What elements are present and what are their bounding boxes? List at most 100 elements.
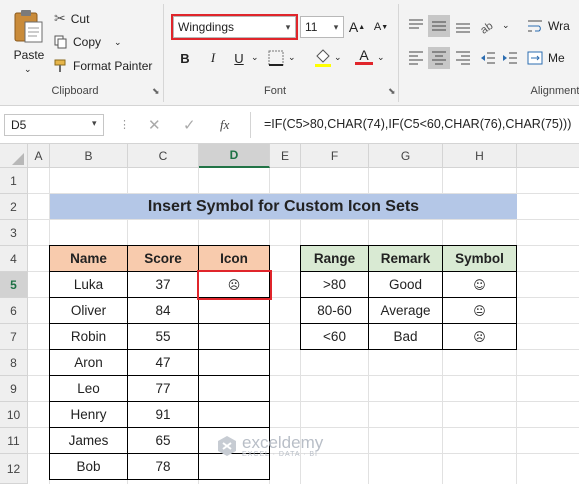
decrease-font-icon: A [373, 21, 382, 33]
align-center-button[interactable] [428, 47, 450, 69]
align-right-button[interactable] [454, 49, 472, 70]
table-row-score[interactable]: 78 [128, 454, 199, 480]
row-header-8[interactable]: 8 [0, 350, 28, 376]
table-row-name[interactable]: Henry [50, 402, 128, 428]
column-header-c[interactable]: C [128, 144, 199, 168]
table-row-icon[interactable] [199, 350, 270, 376]
cancel-icon[interactable]: ✕ [148, 116, 161, 134]
row-header-6[interactable]: 6 [0, 298, 28, 324]
chevron-down-icon[interactable]: ⌄ [377, 52, 385, 63]
chevron-down-icon[interactable]: ▾ [92, 118, 97, 129]
table-row-name[interactable]: Aron [50, 350, 128, 376]
font-color-button[interactable]: A [355, 47, 373, 65]
row-header-4[interactable]: 4 [0, 246, 28, 272]
table-row-name[interactable]: Luka [50, 272, 128, 298]
dialog-launcher-icon[interactable]: ⬊ [152, 86, 160, 97]
formula-input[interactable]: =IF(C5>80,CHAR(74),IF(C5<60,CHAR(76),CHA… [258, 114, 578, 136]
chevron-down-icon: ⌄ [114, 36, 122, 47]
chevron-down-icon: ⌄ [24, 64, 32, 74]
symbol-row-symbol[interactable]: 😐 [443, 298, 517, 324]
align-left-button[interactable] [407, 49, 425, 70]
increase-font-button[interactable]: A ▲ [347, 17, 367, 37]
increase-indent-button[interactable] [501, 49, 519, 70]
row-header-3[interactable]: 3 [0, 220, 28, 246]
table-row-name[interactable]: Robin [50, 324, 128, 350]
italic-button[interactable]: I [203, 48, 223, 68]
dialog-launcher-icon[interactable]: ⬊ [388, 86, 396, 97]
column-header-h[interactable]: H [443, 144, 517, 168]
bold-button[interactable]: B [175, 48, 195, 68]
copy-button[interactable]: Copy ⌄ [54, 35, 122, 49]
row-header-7[interactable]: 7 [0, 324, 28, 350]
symbol-row-remark[interactable]: Good [369, 272, 443, 298]
table-row-score[interactable]: 84 [128, 298, 199, 324]
table-row-name[interactable]: Oliver [50, 298, 128, 324]
header-icon[interactable]: Icon [199, 246, 270, 272]
table-row-icon[interactable] [199, 376, 270, 402]
wrap-text-button[interactable]: Wra [527, 18, 570, 34]
table-row-icon[interactable] [199, 324, 270, 350]
table-row-score[interactable]: 65 [128, 428, 199, 454]
symbol-row-range[interactable]: 80-60 [301, 298, 369, 324]
merge-center-button[interactable]: Me [527, 50, 565, 66]
chevron-down-icon[interactable]: ⌄ [251, 52, 259, 63]
row-header-5[interactable]: 5 [0, 272, 28, 298]
header-score[interactable]: Score [128, 246, 199, 272]
symbol-row-symbol[interactable]: ☹ [443, 324, 517, 350]
table-row-icon[interactable] [199, 402, 270, 428]
column-header-g[interactable]: G [369, 144, 443, 168]
row-header-9[interactable]: 9 [0, 376, 28, 402]
align-middle-button[interactable] [428, 15, 450, 37]
symbol-row-range[interactable]: <60 [301, 324, 369, 350]
insert-function-icon[interactable]: fx [220, 117, 229, 133]
chevron-down-icon[interactable]: ⌄ [288, 52, 296, 63]
row-header-12[interactable]: 12 [0, 454, 28, 484]
enter-icon[interactable]: ✓ [183, 116, 196, 134]
chevron-down-icon[interactable]: ⌄ [502, 20, 510, 31]
row-header-10[interactable]: 10 [0, 402, 28, 428]
increase-indent-icon [503, 52, 517, 64]
align-top-button[interactable] [407, 17, 425, 38]
table-row-score[interactable]: 55 [128, 324, 199, 350]
merge-center-label: Me [548, 51, 565, 65]
header-symbol[interactable]: Symbol [443, 246, 517, 272]
borders-button[interactable] [268, 50, 284, 69]
header-name[interactable]: Name [50, 246, 128, 272]
table-row-score[interactable]: 47 [128, 350, 199, 376]
chevron-down-icon[interactable]: ⌄ [334, 52, 342, 63]
sheet-title[interactable]: Insert Symbol for Custom Icon Sets [50, 194, 517, 219]
table-row-score[interactable]: 37 [128, 272, 199, 298]
row-header-2[interactable]: 2 [0, 194, 28, 220]
symbol-row-remark[interactable]: Bad [369, 324, 443, 350]
font-size-select[interactable]: 11 ▾ [300, 16, 344, 38]
decrease-indent-button[interactable] [479, 49, 497, 70]
underline-button[interactable]: U [229, 48, 249, 68]
column-header-f[interactable]: F [301, 144, 369, 168]
decrease-font-button[interactable]: A ▼ [371, 17, 391, 37]
paste-button[interactable]: Paste ⌄ [8, 8, 48, 80]
table-row-name[interactable]: Leo [50, 376, 128, 402]
table-row-icon[interactable] [199, 298, 270, 324]
table-row-name[interactable]: James [50, 428, 128, 454]
column-header-d[interactable]: D [199, 144, 270, 168]
table-row-score[interactable]: 77 [128, 376, 199, 402]
symbol-row-symbol[interactable]: ☺ [443, 272, 517, 298]
column-header-b[interactable]: B [50, 144, 128, 168]
select-all-corner[interactable] [0, 144, 28, 168]
symbol-row-remark[interactable]: Average [369, 298, 443, 324]
align-bottom-button[interactable] [454, 17, 472, 38]
name-box[interactable]: D5 [4, 114, 104, 136]
column-header-a[interactable]: A [28, 144, 50, 168]
column-header-e[interactable]: E [270, 144, 301, 168]
orientation-button[interactable]: ab [478, 17, 501, 38]
row-header-11[interactable]: 11 [0, 428, 28, 454]
format-painter-button[interactable]: Format Painter [54, 59, 152, 73]
row-header-1[interactable]: 1 [0, 168, 28, 194]
table-row-name[interactable]: Bob [50, 454, 128, 480]
header-remark[interactable]: Remark [369, 246, 443, 272]
cut-button[interactable]: ✂ Cut [54, 10, 89, 27]
fill-color-button[interactable] [314, 48, 332, 71]
symbol-row-range[interactable]: >80 [301, 272, 369, 298]
table-row-score[interactable]: 91 [128, 402, 199, 428]
header-range[interactable]: Range [301, 246, 369, 272]
